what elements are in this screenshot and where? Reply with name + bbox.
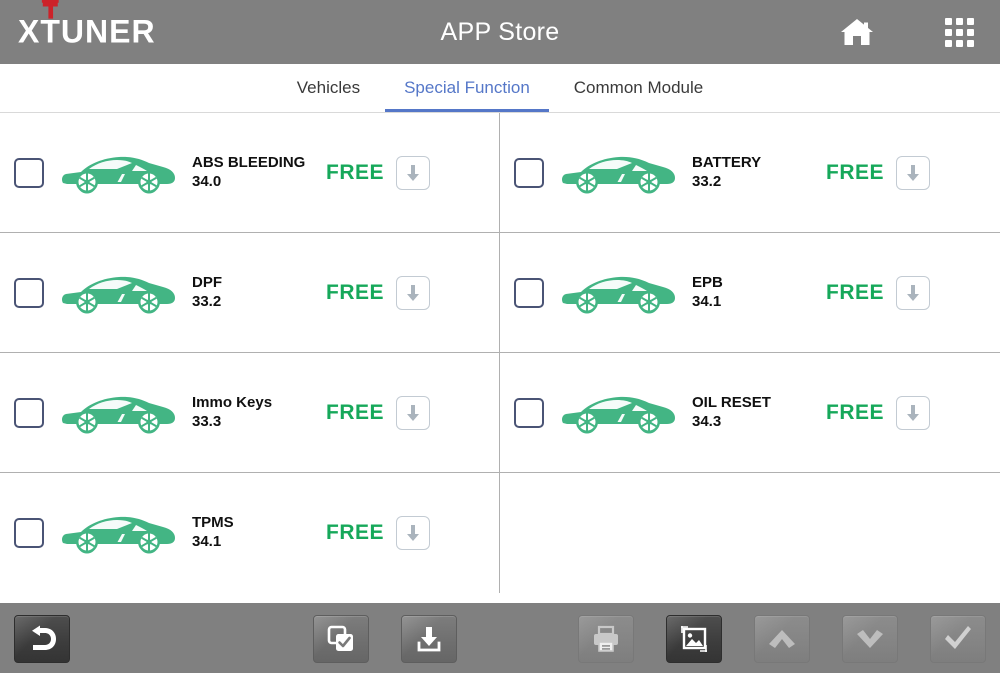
back-button[interactable] [14,615,70,663]
home-icon [840,16,874,48]
select-all-button[interactable] [313,615,369,663]
app-checkbox[interactable] [514,398,544,428]
app-info: EPB 34.1 [692,274,820,312]
app-header: X T UNER APP Store [0,0,1000,64]
car-icon [58,506,178,560]
app-download-button[interactable] [396,156,430,190]
app-info: DPF 33.2 [192,274,320,312]
app-price: FREE [326,401,384,425]
app-name: BATTERY [692,154,820,173]
app-name: EPB [692,274,820,293]
select-all-icon [327,625,355,653]
app-download-button[interactable] [896,276,930,310]
app-price: FREE [826,161,884,185]
app-name: TPMS [192,514,320,533]
app-price: FREE [826,281,884,305]
bottom-toolbar [0,603,1000,673]
download-arrow-icon [903,163,923,183]
app-version: 33.2 [692,173,820,192]
car-icon [58,146,178,200]
download-arrow-icon [403,523,423,543]
header-actions [838,0,978,64]
page-up-button[interactable] [754,615,810,663]
app-name: ABS BLEEDING [192,154,320,173]
printer-icon [592,625,620,653]
chevron-down-icon [855,627,885,651]
car-icon [58,386,178,440]
app-item-oil-reset[interactable]: OIL RESET 34.3 FREE [500,353,1000,473]
app-name: OIL RESET [692,394,820,413]
app-download-button[interactable] [896,156,930,190]
home-button[interactable] [838,13,876,51]
app-version: 34.3 [692,413,820,432]
app-price: FREE [326,281,384,305]
car-icon [58,266,178,320]
app-download-button[interactable] [896,396,930,430]
tab-common-module[interactable]: Common Module [552,64,725,112]
app-info: TPMS 34.1 [192,514,320,552]
app-name: Immo Keys [192,394,320,413]
download-tray-icon [415,625,443,653]
app-download-button[interactable] [396,396,430,430]
download-button[interactable] [401,615,457,663]
app-item-abs-bleeding[interactable]: ABS BLEEDING 34.0 FREE [0,113,500,233]
car-icon [558,266,678,320]
download-arrow-icon [403,283,423,303]
app-info: Immo Keys 33.3 [192,394,320,432]
chevron-up-icon [767,627,797,651]
app-grid: ABS BLEEDING 34.0 FREE [0,113,1000,603]
apps-grid-icon [945,18,974,47]
tab-special-function[interactable]: Special Function [382,64,552,112]
back-arrow-icon [27,625,57,653]
app-version: 33.2 [192,293,320,312]
app-item-immo-keys[interactable]: Immo Keys 33.3 FREE [0,353,500,473]
app-version: 34.1 [692,293,820,312]
car-icon [558,146,678,200]
page-down-button[interactable] [842,615,898,663]
checkmark-icon [943,625,973,653]
download-arrow-icon [403,403,423,423]
download-arrow-icon [903,403,923,423]
screenshot-button[interactable] [666,615,722,663]
app-item-battery[interactable]: BATTERY 33.2 FREE [500,113,1000,233]
download-arrow-icon [903,283,923,303]
app-price: FREE [826,401,884,425]
tab-vehicles[interactable]: Vehicles [275,64,382,112]
image-frame-icon [680,625,708,653]
app-item-tpms[interactable]: TPMS 34.1 FREE [0,473,500,593]
app-checkbox[interactable] [514,158,544,188]
app-info: OIL RESET 34.3 [692,394,820,432]
app-info: BATTERY 33.2 [692,154,820,192]
car-icon [558,386,678,440]
app-version: 34.0 [192,173,320,192]
app-checkbox[interactable] [514,278,544,308]
tab-bar: Vehicles Special Function Common Module [0,64,1000,113]
confirm-button[interactable] [930,615,986,663]
print-button[interactable] [578,615,634,663]
apps-grid-button[interactable] [940,13,978,51]
app-item-empty-slot [500,473,1000,593]
app-checkbox[interactable] [14,398,44,428]
download-arrow-icon [403,163,423,183]
app-download-button[interactable] [396,276,430,310]
app-checkbox[interactable] [14,278,44,308]
app-checkbox[interactable] [14,518,44,548]
app-name: DPF [192,274,320,293]
app-checkbox[interactable] [14,158,44,188]
app-store-screen: X T UNER APP Store [0,0,1000,673]
app-item-epb[interactable]: EPB 34.1 FREE [500,233,1000,353]
app-version: 34.1 [192,533,320,552]
app-download-button[interactable] [396,516,430,550]
app-price: FREE [326,521,384,545]
app-list-area: ABS BLEEDING 34.0 FREE [0,113,1000,603]
app-info: ABS BLEEDING 34.0 [192,154,320,192]
app-version: 33.3 [192,413,320,432]
app-item-dpf[interactable]: DPF 33.2 FREE [0,233,500,353]
app-price: FREE [326,161,384,185]
